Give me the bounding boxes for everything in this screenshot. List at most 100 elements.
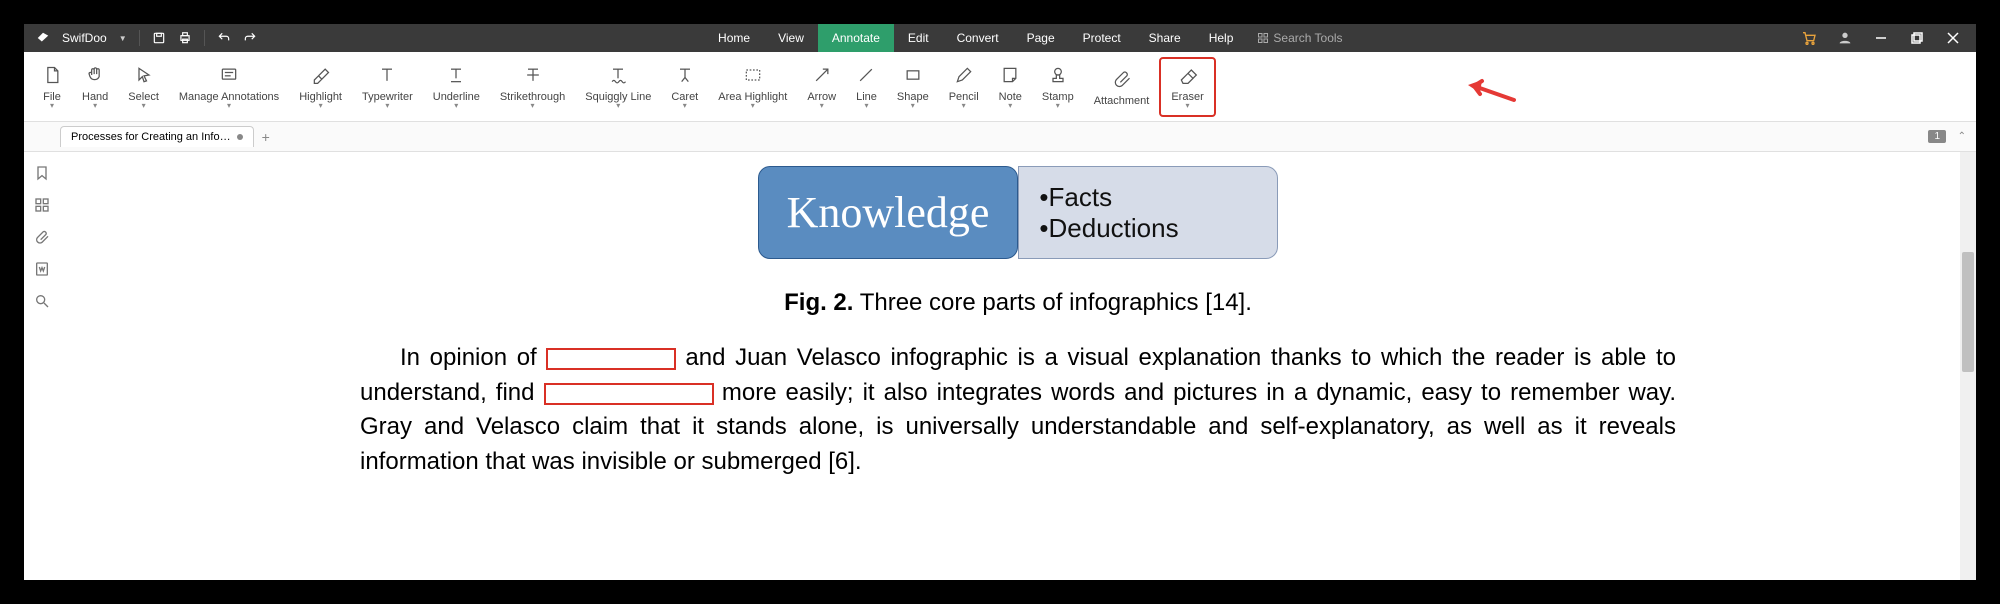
redo-icon[interactable] [243,31,257,45]
annotations-icon [219,63,239,87]
underline-icon [446,63,466,87]
erased-region-1 [546,348,676,370]
chevron-down-icon: ▾ [1186,101,1190,110]
page-number-badge: 1 [1928,130,1946,143]
ribbon-eraser[interactable]: Eraser▾ [1159,57,1215,117]
arrow-icon [812,63,832,87]
document-tab[interactable]: Processes for Creating an Info… [60,126,254,147]
attachment-icon[interactable] [33,228,51,246]
figure-caption: Fig. 2. Three core parts of infographics… [100,289,1936,317]
scrollbar-thumb[interactable] [1962,252,1974,372]
caption-text: Three core parts of infographics [14]. [853,289,1251,316]
area-highlight-icon [743,63,763,87]
document-viewport[interactable]: Knowledge •Facts •Deductions Fig. 2. Thr… [60,152,1976,580]
knowledge-heading-box: Knowledge [758,166,1019,259]
vertical-scrollbar[interactable] [1960,152,1976,580]
document-tabs-bar: Processes for Creating an Info… + 1 ⌃ [24,122,1976,152]
chevron-down-icon: ▾ [820,101,824,110]
ribbon-typewriter[interactable]: Typewriter▾ [352,57,423,117]
search-icon[interactable] [33,292,51,310]
line-icon [856,63,876,87]
ribbon-select[interactable]: Select▾ [118,57,169,117]
ribbon-attachment[interactable]: Attachment [1084,57,1160,117]
ribbon-note[interactable]: Note▾ [989,57,1032,117]
ribbon-manage-annotations[interactable]: Manage Annotations▾ [169,57,289,117]
thumbnails-icon[interactable] [33,196,51,214]
eraser-icon [1178,63,1198,87]
add-tab-button[interactable]: + [262,129,270,145]
chevron-down-icon: ▾ [50,101,54,110]
chevron-down-icon: ▾ [616,101,620,110]
ribbon-line[interactable]: Line▾ [846,57,887,117]
chevron-down-icon: ▾ [531,101,535,110]
print-icon[interactable] [178,31,192,45]
strikethrough-icon [523,63,543,87]
bookmark-icon[interactable] [33,164,51,182]
body-paragraph: In opinion of and Juan Velasco infograph… [100,341,1936,479]
ribbon-underline[interactable]: Underline▾ [423,57,490,117]
search-tools[interactable]: Search Tools [1247,24,1352,52]
highlight-icon [311,63,331,87]
chevron-down-icon: ▾ [319,101,323,110]
menu-convert[interactable]: Convert [943,24,1013,52]
app-menu-caret[interactable]: ▼ [119,34,127,43]
note-icon [1000,63,1020,87]
typewriter-icon [377,63,397,87]
ribbon-file[interactable]: File▾ [32,57,72,117]
ribbon-shape[interactable]: Shape▾ [887,57,939,117]
ribbon-caret[interactable]: Caret▾ [661,57,708,117]
chevron-down-icon: ▾ [93,101,97,110]
caret-icon [675,63,695,87]
ribbon-pencil[interactable]: Pencil▾ [939,57,989,117]
close-icon[interactable] [1944,29,1962,47]
ribbon-area-highlight[interactable]: Area Highlight▾ [708,57,797,117]
attachment-icon [1112,67,1132,91]
ribbon-squiggly-line[interactable]: Squiggly Line▾ [575,57,661,117]
app-name: SwifDoo [62,31,107,45]
chevron-down-icon: ▾ [864,101,868,110]
squiggly-icon [608,63,628,87]
chevron-down-icon: ▾ [1008,101,1012,110]
app-window: SwifDoo ▼ HomeViewAnnotateEditConvertPag… [24,24,1976,580]
ribbon-arrow[interactable]: Arrow▾ [797,57,846,117]
shape-icon [903,63,923,87]
chevron-down-icon: ▾ [683,101,687,110]
left-sidebar [24,152,60,580]
menu-help[interactable]: Help [1195,24,1248,52]
menu-annotate[interactable]: Annotate [818,24,894,52]
word-export-icon[interactable] [33,260,51,278]
tab-title: Processes for Creating an Info… [71,131,231,143]
menu-page[interactable]: Page [1013,24,1069,52]
cursor-icon [134,63,154,87]
para-segment-1: In opinion of [400,344,546,371]
pencil-icon [954,63,974,87]
ribbon-hand[interactable]: Hand▾ [72,57,118,117]
cart-icon[interactable] [1800,29,1818,47]
stamp-icon [1048,63,1068,87]
save-icon[interactable] [152,31,166,45]
menu-view[interactable]: View [764,24,818,52]
chevron-down-icon: ▾ [454,101,458,110]
hand-icon [85,63,105,87]
menu-home[interactable]: Home [704,24,764,52]
ribbon-highlight[interactable]: Highlight▾ [289,57,352,117]
document-icon [42,63,62,87]
page-up-icon[interactable]: ⌃ [1958,131,1966,142]
tab-modified-indicator-icon [237,134,243,140]
menu-edit[interactable]: Edit [894,24,943,52]
user-icon[interactable] [1836,29,1854,47]
content-area: Knowledge •Facts •Deductions Fig. 2. Thr… [24,152,1976,580]
chevron-down-icon: ▾ [751,101,755,110]
facts-box: •Facts •Deductions [1018,166,1278,259]
chevron-down-icon: ▾ [227,101,231,110]
menu-share[interactable]: Share [1135,24,1195,52]
title-bar: SwifDoo ▼ HomeViewAnnotateEditConvertPag… [24,24,1976,52]
ribbon-strikethrough[interactable]: Strikethrough▾ [490,57,575,117]
menu-protect[interactable]: Protect [1069,24,1135,52]
minimize-icon[interactable] [1872,29,1890,47]
ribbon-stamp[interactable]: Stamp▾ [1032,57,1084,117]
maximize-icon[interactable] [1908,29,1926,47]
app-logo-icon [36,31,50,45]
undo-icon[interactable] [217,31,231,45]
chevron-down-icon: ▾ [385,101,389,110]
